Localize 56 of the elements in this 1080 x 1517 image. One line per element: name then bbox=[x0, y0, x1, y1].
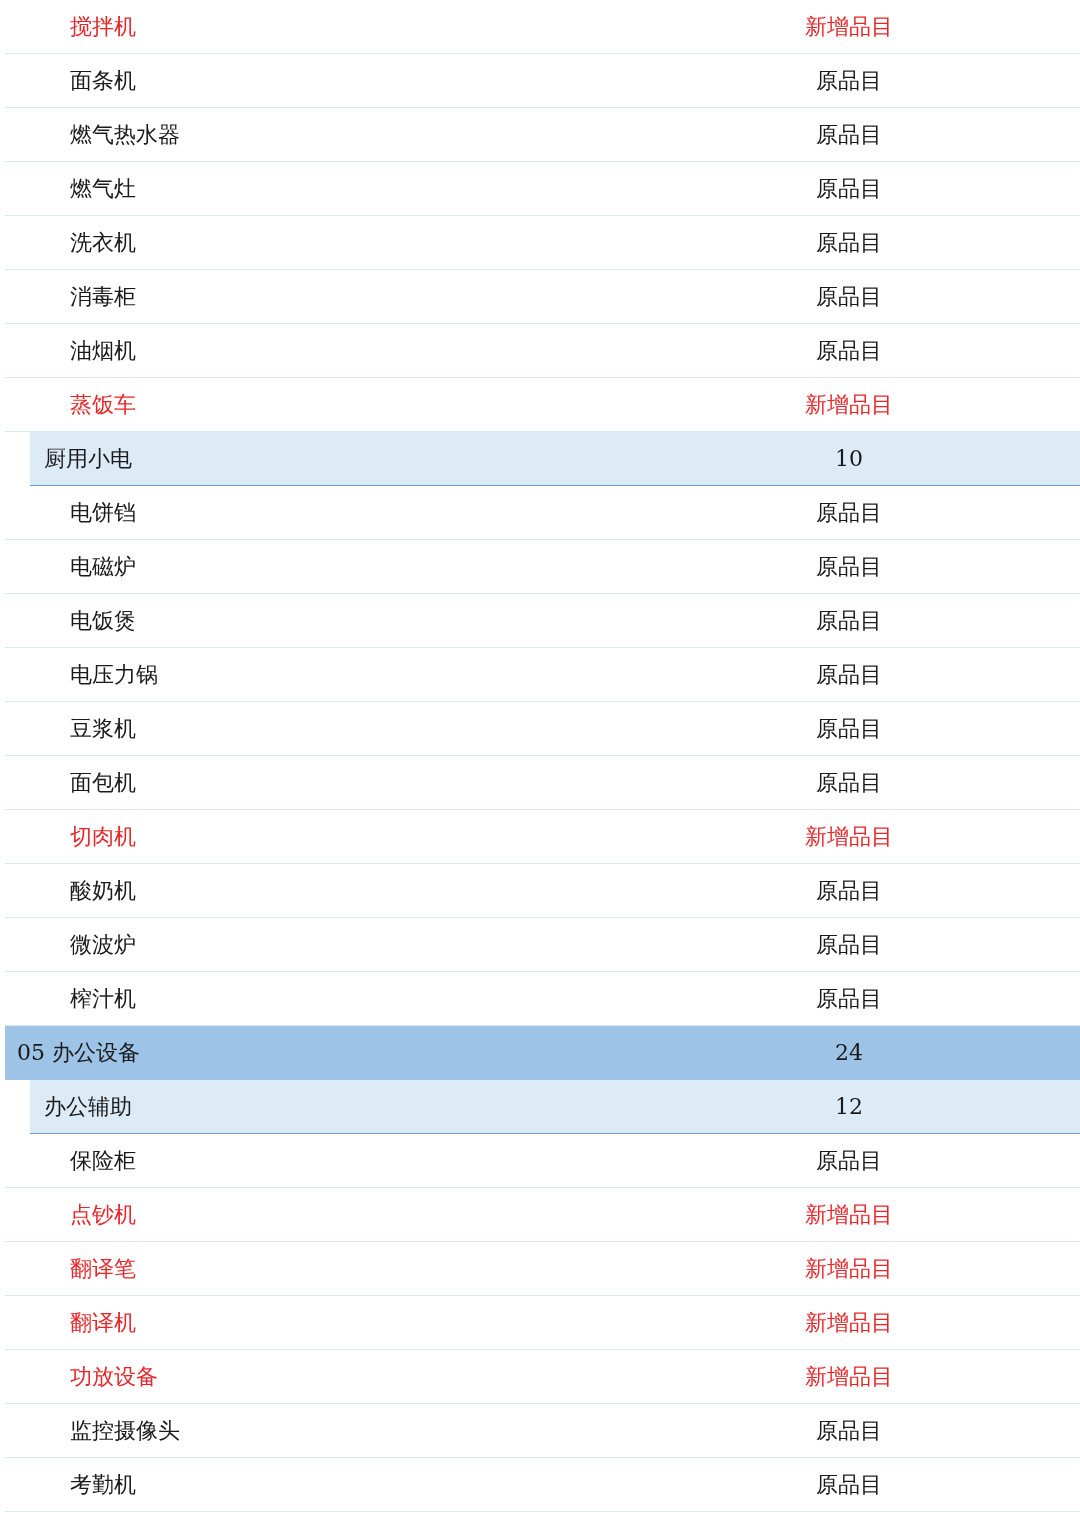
item-status: 原品目 bbox=[816, 714, 882, 743]
item-name: 办公辅助 bbox=[43, 1092, 132, 1121]
item-name: 05 办公设备 bbox=[16, 1038, 140, 1067]
item-name: 厨用小电 bbox=[43, 444, 132, 473]
item-name: 微波炉 bbox=[69, 930, 136, 959]
item-status: 原品目 bbox=[816, 1416, 882, 1445]
item-status: 原品目 bbox=[816, 498, 882, 527]
item-status: 10 bbox=[835, 446, 863, 471]
item-status: 原品目 bbox=[816, 174, 882, 203]
item-status: 原品目 bbox=[816, 768, 882, 797]
item-name: 点钞机 bbox=[69, 1200, 136, 1229]
item-status: 新增品目 bbox=[805, 1254, 893, 1283]
item-name: 翻译笔 bbox=[69, 1254, 136, 1283]
item-name: 油烟机 bbox=[69, 336, 136, 365]
item-status: 12 bbox=[835, 1094, 863, 1119]
item-status: 新增品目 bbox=[805, 822, 893, 851]
item-name: 豆浆机 bbox=[69, 714, 136, 743]
item-status: 新增品目 bbox=[805, 1362, 893, 1391]
item-name: 酸奶机 bbox=[69, 876, 136, 905]
item-name: 电饭煲 bbox=[69, 606, 136, 635]
item-status: 新增品目 bbox=[805, 390, 893, 419]
item-status: 原品目 bbox=[816, 1146, 882, 1175]
item-status: 原品目 bbox=[816, 282, 882, 311]
item-status: 原品目 bbox=[816, 660, 882, 689]
item-name: 功放设备 bbox=[69, 1362, 158, 1391]
item-name: 电压力锅 bbox=[69, 660, 158, 689]
item-status: 原品目 bbox=[816, 336, 882, 365]
item-name: 面条机 bbox=[69, 66, 136, 95]
item-name: 面包机 bbox=[69, 768, 136, 797]
item-name: 燃气灶 bbox=[69, 174, 136, 203]
item-status: 原品目 bbox=[816, 120, 882, 149]
item-status: 新增品目 bbox=[805, 12, 893, 41]
item-name: 翻译机 bbox=[69, 1308, 136, 1337]
item-name: 燃气热水器 bbox=[69, 120, 180, 149]
item-name: 蒸饭车 bbox=[69, 390, 136, 419]
item-status: 新增品目 bbox=[805, 1308, 893, 1337]
item-status: 原品目 bbox=[816, 66, 882, 95]
item-status: 原品目 bbox=[816, 876, 882, 905]
item-status: 24 bbox=[835, 1040, 863, 1065]
item-name: 保险柜 bbox=[69, 1146, 136, 1175]
item-status: 原品目 bbox=[816, 228, 882, 257]
item-name: 搅拌机 bbox=[69, 12, 136, 41]
item-status: 原品目 bbox=[816, 1470, 882, 1499]
item-name: 监控摄像头 bbox=[69, 1416, 180, 1445]
item-status: 原品目 bbox=[816, 984, 882, 1013]
item-name: 考勤机 bbox=[69, 1470, 136, 1499]
item-status: 原品目 bbox=[816, 552, 882, 581]
item-status: 原品目 bbox=[816, 930, 882, 959]
item-name: 洗衣机 bbox=[69, 228, 136, 257]
item-name: 电饼铛 bbox=[69, 498, 136, 527]
item-status: 新增品目 bbox=[805, 1200, 893, 1229]
item-name: 切肉机 bbox=[69, 822, 136, 851]
item-name: 消毒柜 bbox=[69, 282, 136, 311]
item-status: 原品目 bbox=[816, 606, 882, 635]
item-name: 电磁炉 bbox=[69, 552, 136, 581]
item-name: 榨汁机 bbox=[69, 984, 136, 1013]
